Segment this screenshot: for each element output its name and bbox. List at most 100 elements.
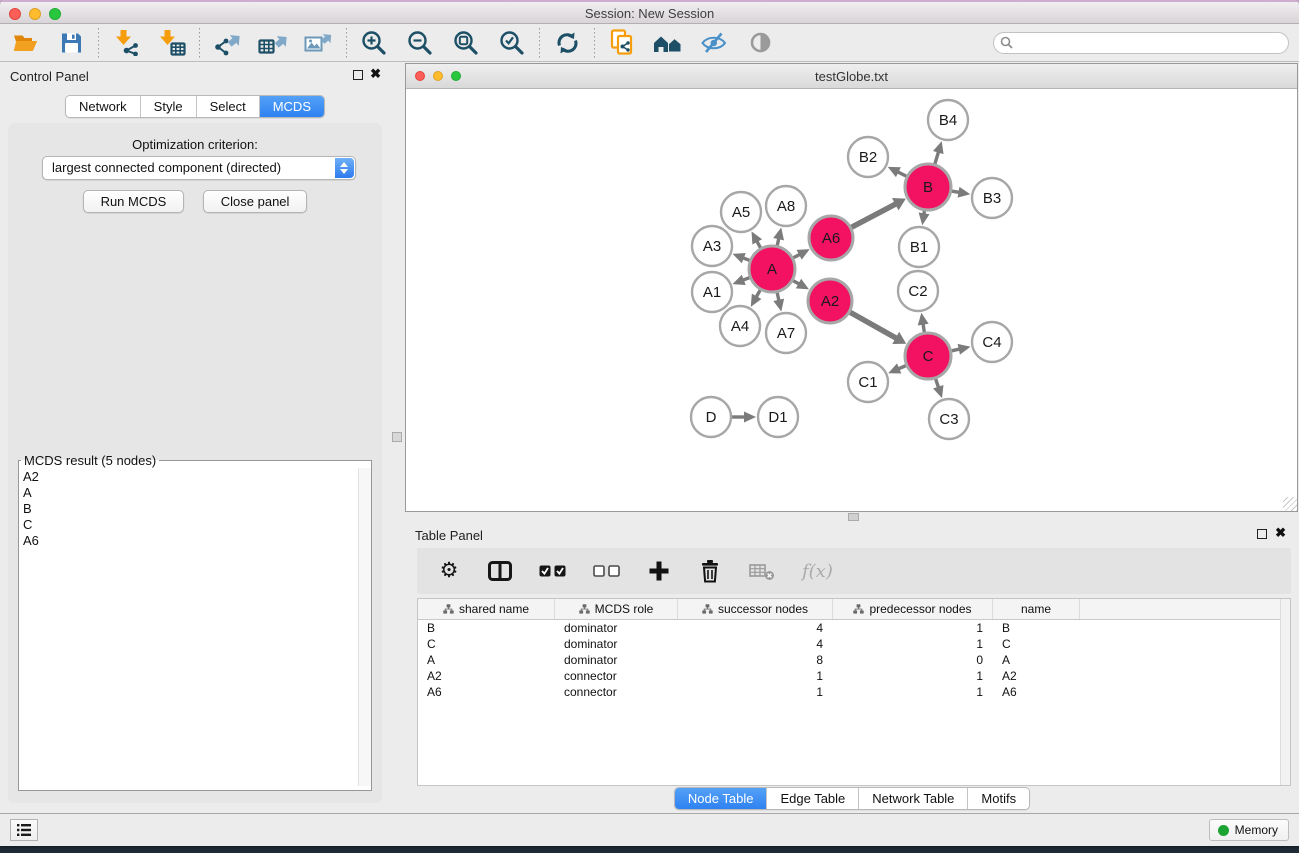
table-cell[interactable]: A2: [418, 668, 555, 684]
export-image-icon[interactable]: [304, 29, 334, 57]
table-cell[interactable]: 1: [833, 668, 993, 684]
column-header[interactable]: shared name: [418, 599, 555, 619]
table-scrollbar[interactable]: [1280, 599, 1290, 785]
tab-node-table[interactable]: Node Table: [675, 788, 767, 809]
tab-style[interactable]: Style: [140, 96, 196, 117]
result-scrollbar[interactable]: [358, 468, 371, 786]
table-cell[interactable]: B: [993, 620, 1080, 636]
graph-node-C1[interactable]: C1: [848, 362, 888, 402]
split-columns-icon[interactable]: [488, 558, 512, 584]
table-cell[interactable]: 1: [833, 636, 993, 652]
table-cell[interactable]: C: [993, 636, 1080, 652]
result-item[interactable]: A2: [23, 469, 354, 485]
graph-edge-A2-C[interactable]: [849, 312, 897, 339]
tab-network-table[interactable]: Network Table: [858, 788, 967, 809]
criterion-select[interactable]: largest connected component (directed): [42, 156, 356, 180]
open-session-icon[interactable]: [10, 29, 40, 57]
graph-node-C3[interactable]: C3: [929, 399, 969, 439]
result-item[interactable]: C: [23, 517, 354, 533]
column-header[interactable]: MCDS role: [555, 599, 678, 619]
column-header[interactable]: successor nodes: [678, 599, 833, 619]
table-cell[interactable]: 8: [678, 652, 833, 668]
table-cell[interactable]: C: [418, 636, 555, 652]
search-input[interactable]: [993, 32, 1289, 54]
graph-node-A7[interactable]: A7: [766, 313, 806, 353]
table-cell[interactable]: 1: [833, 684, 993, 700]
graph-node-A3[interactable]: A3: [692, 226, 732, 266]
split-handle[interactable]: [848, 513, 859, 521]
zoom-out-icon[interactable]: [405, 29, 435, 57]
graph-node-A4[interactable]: A4: [720, 306, 760, 346]
table-row[interactable]: Adominator80A: [418, 652, 1290, 668]
graph-node-D1[interactable]: D1: [758, 397, 798, 437]
graph-node-C2[interactable]: C2: [898, 271, 938, 311]
zoom-selected-icon[interactable]: [497, 29, 527, 57]
zoom-fit-icon[interactable]: [451, 29, 481, 57]
table-cell[interactable]: B: [418, 620, 555, 636]
graph-node-A2[interactable]: A2: [808, 279, 852, 323]
table-cell[interactable]: 1: [678, 684, 833, 700]
tab-edge-table[interactable]: Edge Table: [766, 788, 858, 809]
result-item[interactable]: B: [23, 501, 354, 517]
table-row[interactable]: Cdominator41C: [418, 636, 1290, 652]
refresh-icon[interactable]: [552, 29, 582, 57]
select-all-checkboxes-icon[interactable]: [539, 558, 566, 584]
table-cell[interactable]: dominator: [555, 636, 678, 652]
graph-node-B2[interactable]: B2: [848, 137, 888, 177]
delete-column-icon[interactable]: [698, 558, 722, 584]
tab-network[interactable]: Network: [66, 96, 140, 117]
table-cell[interactable]: A: [418, 652, 555, 668]
memory-button[interactable]: Memory: [1209, 819, 1289, 841]
float-panel-icon[interactable]: [1257, 529, 1267, 539]
table-cell[interactable]: dominator: [555, 652, 678, 668]
export-table-icon[interactable]: [258, 29, 288, 57]
graph-edge-B-B4[interactable]: [935, 151, 939, 165]
deselect-all-checkboxes-icon[interactable]: [593, 558, 620, 584]
graph-node-B4[interactable]: B4: [928, 100, 968, 140]
gear-icon[interactable]: ⚙: [437, 558, 461, 584]
table-cell[interactable]: 0: [833, 652, 993, 668]
show-all-icon[interactable]: [745, 29, 775, 57]
table-cell[interactable]: A6: [418, 684, 555, 700]
import-network-icon[interactable]: [111, 29, 141, 57]
result-item[interactable]: A6: [23, 533, 354, 549]
clone-network-icon[interactable]: [607, 29, 637, 57]
first-neighbors-icon[interactable]: [653, 29, 683, 57]
tab-mcds[interactable]: MCDS: [259, 96, 324, 117]
graph-node-A[interactable]: A: [749, 246, 795, 292]
import-table-icon[interactable]: [157, 29, 187, 57]
table-cell[interactable]: 1: [833, 620, 993, 636]
table-row[interactable]: Bdominator41B: [418, 620, 1290, 636]
graph-node-B1[interactable]: B1: [899, 227, 939, 267]
graph-edge-A6-B[interactable]: [850, 203, 897, 227]
column-header[interactable]: name: [993, 599, 1080, 619]
export-network-icon[interactable]: [212, 29, 242, 57]
graph-node-C[interactable]: C: [905, 333, 951, 379]
zoom-in-icon[interactable]: [359, 29, 389, 57]
close-panel-icon[interactable]: ✖: [1275, 526, 1286, 540]
network-canvas[interactable]: B4B2BB3A8A5A6A3B1AA1C2A2A4A7C4CC1C3DD1: [406, 90, 1297, 511]
graph-node-B[interactable]: B: [905, 164, 951, 210]
table-cell[interactable]: A: [993, 652, 1080, 668]
save-session-icon[interactable]: [56, 29, 86, 57]
table-cell[interactable]: A6: [993, 684, 1080, 700]
table-row[interactable]: A6connector11A6: [418, 684, 1290, 700]
float-panel-icon[interactable]: [353, 70, 363, 80]
table-cell[interactable]: A2: [993, 668, 1080, 684]
graph-node-D[interactable]: D: [691, 397, 731, 437]
hide-selected-icon[interactable]: [699, 29, 729, 57]
graph-node-A6[interactable]: A6: [809, 216, 853, 260]
graph-node-A1[interactable]: A1: [692, 272, 732, 312]
run-mcds-button[interactable]: Run MCDS: [83, 190, 185, 213]
close-panel-button[interactable]: Close panel: [203, 190, 308, 213]
show-panels-button[interactable]: [10, 819, 38, 841]
table-row[interactable]: A2connector11A2: [418, 668, 1290, 684]
function-builder-icon[interactable]: f(x): [802, 558, 833, 584]
tab-select[interactable]: Select: [196, 96, 259, 117]
result-item[interactable]: A: [23, 485, 354, 501]
add-column-icon[interactable]: [647, 558, 671, 584]
graph-node-B3[interactable]: B3: [972, 178, 1012, 218]
resize-grip[interactable]: [1283, 497, 1297, 511]
column-header[interactable]: predecessor nodes: [833, 599, 993, 619]
table-cell[interactable]: 4: [678, 620, 833, 636]
